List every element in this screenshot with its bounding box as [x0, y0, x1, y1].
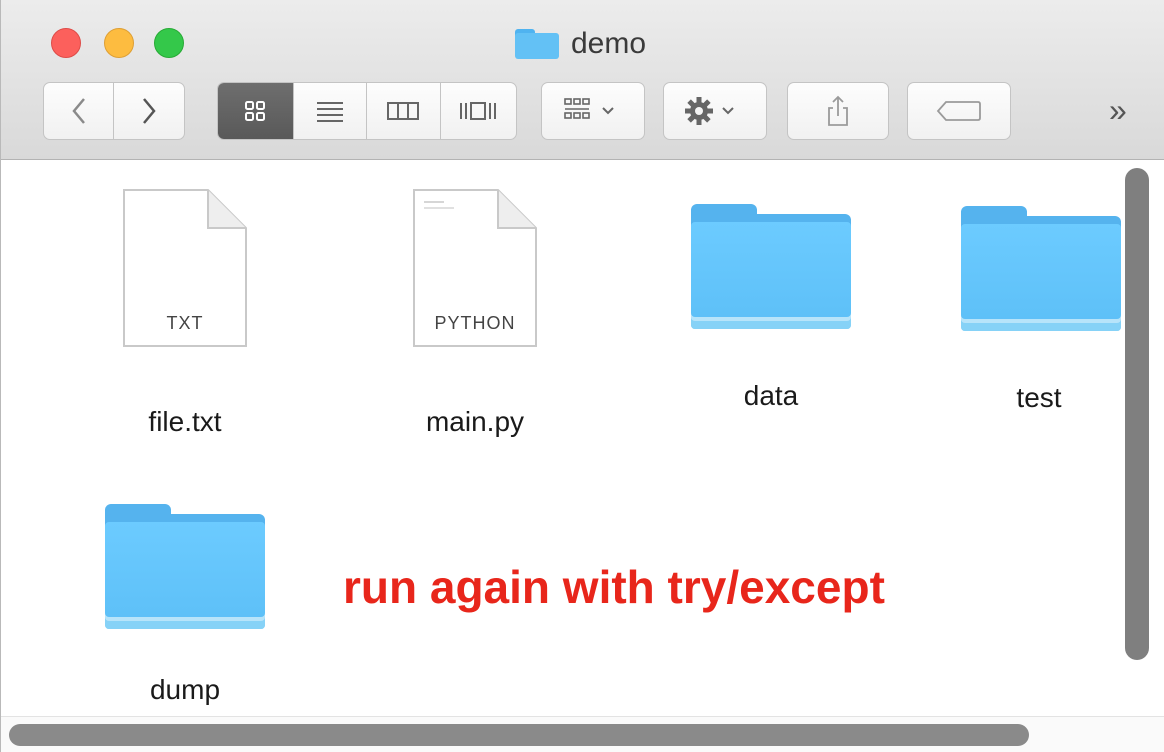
view-mode-switcher	[217, 82, 517, 140]
chevron-right-icon	[143, 98, 156, 124]
chevron-left-icon	[71, 98, 85, 124]
toolbar-overflow-button[interactable]: »	[1109, 92, 1127, 129]
close-button[interactable]	[51, 28, 81, 58]
icon-view-button[interactable]	[218, 83, 294, 139]
folder-icon	[105, 504, 265, 629]
list-icon	[316, 102, 343, 122]
document-type-label: PYTHON	[434, 313, 516, 333]
window-title: demo	[515, 26, 646, 62]
folder-item[interactable]: test	[929, 206, 1149, 420]
file-browser: TXT file.txt PYTHON main.py data test du…	[1, 160, 1164, 716]
action-button[interactable]	[663, 82, 767, 140]
list-view-button[interactable]	[294, 83, 368, 139]
horizontal-scrollbar[interactable]	[9, 724, 1029, 746]
zoom-button[interactable]	[154, 28, 184, 58]
forward-button[interactable]	[114, 83, 184, 139]
minimize-button[interactable]	[104, 28, 134, 58]
file-name: file.txt	[148, 406, 222, 437]
folder-item[interactable]: data	[661, 204, 881, 418]
gear-icon	[685, 97, 734, 125]
nav-buttons	[43, 82, 185, 140]
column-view-button[interactable]	[367, 83, 441, 139]
folder-name: dump	[149, 674, 221, 705]
coverflow-icon	[460, 102, 497, 120]
window-title-text: demo	[571, 27, 647, 60]
vertical-scrollbar[interactable]	[1125, 168, 1149, 660]
annotation-text: run again with try/except	[343, 561, 885, 613]
document-type-label: TXT	[166, 313, 204, 333]
tags-button[interactable]	[907, 82, 1011, 140]
back-button[interactable]	[44, 83, 114, 139]
folder-icon	[515, 29, 559, 59]
python-document-icon: PYTHON	[412, 188, 538, 348]
folder-icon	[691, 204, 851, 329]
gallery-view-button[interactable]	[441, 83, 516, 139]
folder-item[interactable]: dump	[75, 504, 295, 714]
file-item[interactable]: PYTHON main.py	[365, 188, 585, 437]
file-name: main.py	[425, 406, 525, 437]
grid-icon	[245, 101, 266, 121]
file-item[interactable]: TXT file.txt	[75, 188, 295, 437]
text-document-icon: TXT	[122, 188, 248, 348]
title-bar: demo »	[1, 0, 1164, 160]
folder-name: data	[743, 380, 799, 411]
share-button[interactable]	[787, 82, 889, 140]
tag-icon	[936, 101, 981, 121]
arrange-button[interactable]	[541, 82, 645, 140]
finder-window: demo » TXT file.txt PYTHON main.py data …	[0, 0, 1164, 752]
arrange-grid-icon	[564, 98, 614, 119]
folder-icon	[961, 206, 1121, 331]
share-icon	[828, 95, 848, 126]
columns-icon	[387, 102, 420, 120]
folder-name: test	[1016, 382, 1062, 413]
